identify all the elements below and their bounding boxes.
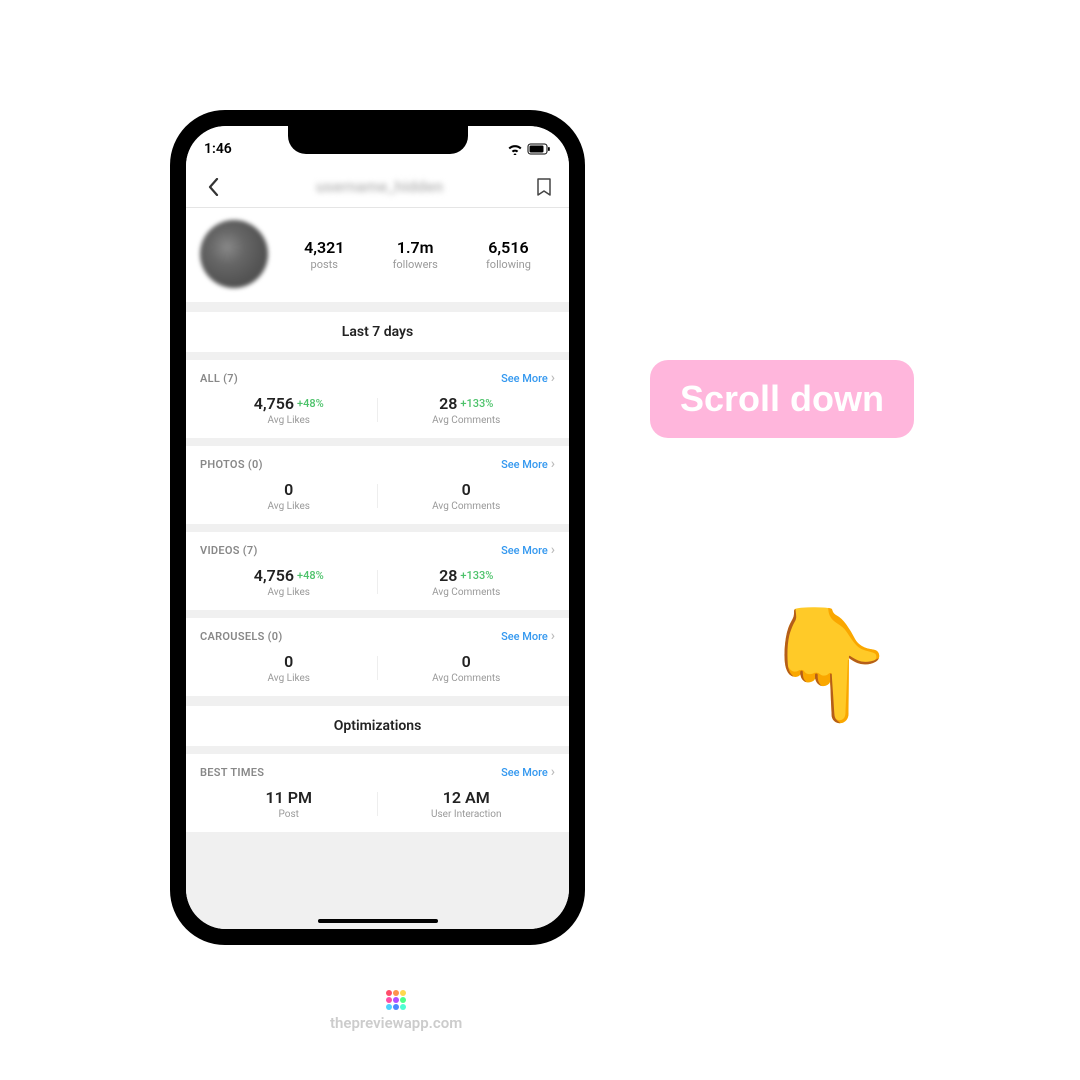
page-title: username_hidden	[226, 177, 533, 196]
bookmark-button[interactable]	[533, 176, 555, 198]
back-button[interactable]	[200, 174, 226, 200]
status-time: 1:46	[204, 141, 232, 157]
videos-comments-value: 28	[439, 566, 457, 585]
status-indicators	[507, 143, 551, 155]
section-videos: VIDEOS (7) See More 4,756+48% Avg Likes …	[186, 532, 569, 610]
photos-comments-value: 0	[462, 480, 471, 499]
avatar[interactable]	[200, 220, 268, 288]
see-more-photos[interactable]: See More	[501, 456, 555, 472]
wifi-icon	[507, 143, 523, 155]
best-times-label: BEST TIMES	[200, 766, 264, 779]
pointing-down-icon: 👇	[760, 600, 897, 729]
page-header: username_hidden	[186, 166, 569, 208]
best-post-time: 11 PM	[265, 788, 312, 807]
period-title: Last 7 days	[186, 312, 569, 352]
all-comments-value: 28	[439, 394, 457, 413]
best-post-label: Post	[200, 809, 378, 820]
comments-label: Avg Comments	[378, 415, 556, 426]
all-likes-change: +48%	[297, 397, 324, 410]
section-carousels-label: CAROUSELS (0)	[200, 630, 283, 643]
following-label: following	[486, 258, 531, 271]
videos-likes-value: 4,756	[254, 566, 294, 585]
watermark: thepreviewapp.com	[330, 980, 462, 1032]
see-more-videos[interactable]: See More	[501, 542, 555, 558]
section-best-times: BEST TIMES See More 11 PM Post 12 AM Use…	[186, 754, 569, 832]
best-interaction-label: User Interaction	[378, 809, 556, 820]
phone-frame: 1:46 username_hidden	[170, 110, 585, 945]
videos-likes-change: +48%	[297, 569, 324, 582]
videos-comments-change: +133%	[460, 569, 493, 582]
see-more-carousels[interactable]: See More	[501, 628, 555, 644]
section-videos-label: VIDEOS (7)	[200, 544, 258, 557]
photos-likes-value: 0	[284, 480, 293, 499]
phone-notch	[288, 126, 468, 154]
section-all: ALL (7) See More 4,756+48% Avg Likes 28+…	[186, 360, 569, 438]
optimizations-title: Optimizations	[186, 706, 569, 746]
followers-count: 1.7m	[393, 238, 438, 257]
section-photos: PHOTOS (0) See More 0 Avg Likes 0 Avg Co…	[186, 446, 569, 524]
scroll-down-callout: Scroll down	[650, 360, 914, 438]
see-more-best-times[interactable]: See More	[501, 764, 555, 780]
see-more-all[interactable]: See More	[501, 370, 555, 386]
following-count: 6,516	[486, 238, 531, 257]
phone-screen[interactable]: 1:46 username_hidden	[186, 126, 569, 929]
section-photos-label: PHOTOS (0)	[200, 458, 263, 471]
section-all-label: ALL (7)	[200, 372, 238, 385]
followers-stat[interactable]: 1.7m followers	[393, 238, 438, 271]
followers-label: followers	[393, 258, 438, 271]
carousels-likes-value: 0	[284, 652, 293, 671]
carousels-comments-value: 0	[462, 652, 471, 671]
best-interaction-time: 12 AM	[443, 788, 490, 807]
all-comments-change: +133%	[460, 397, 493, 410]
profile-stats-row: 4,321 posts 1.7m followers 6,516 followi…	[186, 208, 569, 302]
following-stat[interactable]: 6,516 following	[486, 238, 531, 271]
posts-stat[interactable]: 4,321 posts	[304, 238, 344, 271]
posts-label: posts	[304, 258, 344, 271]
battery-icon	[527, 143, 551, 155]
likes-label: Avg Likes	[200, 415, 378, 426]
app-logo-icon	[330, 980, 462, 1010]
section-carousels: CAROUSELS (0) See More 0 Avg Likes 0 Avg…	[186, 618, 569, 696]
scroll-content[interactable]: 4,321 posts 1.7m followers 6,516 followi…	[186, 208, 569, 929]
watermark-text: thepreviewapp.com	[330, 1014, 462, 1032]
all-likes-value: 4,756	[254, 394, 294, 413]
posts-count: 4,321	[304, 238, 344, 257]
home-indicator[interactable]	[318, 919, 438, 923]
